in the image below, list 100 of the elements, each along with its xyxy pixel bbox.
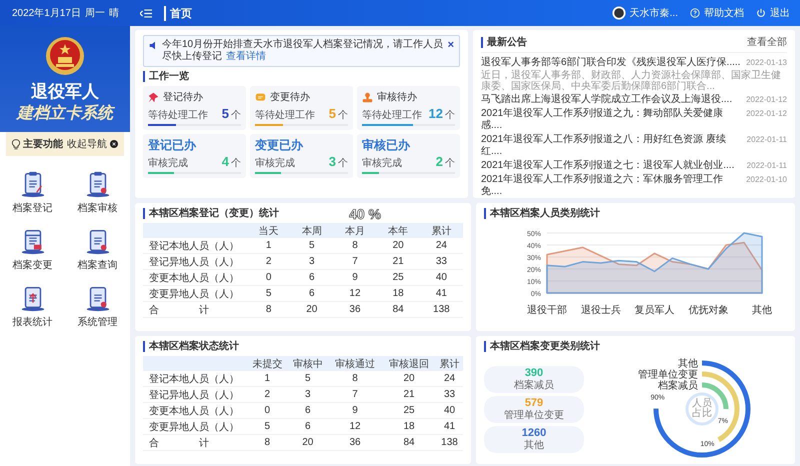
- row-label: 变更本地人员（人）: [143, 270, 247, 286]
- news-title[interactable]: 2021年退役军人工作系列报道之八：用好红色资源 赓续红....: [481, 134, 743, 158]
- notice-text: 今年10月份开始排查天水市退役军人档案登记情况，请工作人员尽快上传登记 查看详情: [162, 39, 444, 63]
- pin-icon: [148, 92, 159, 102]
- row-label: 登记本地人员（人）: [143, 371, 247, 386]
- ring-label: 管理单位变更: [638, 370, 698, 380]
- row-label: 登记异地人员（人）: [143, 386, 247, 402]
- table-cell: 138: [436, 434, 463, 450]
- close-icon[interactable]: [110, 140, 118, 148]
- card-subtitle: 等待处理工作: [148, 108, 209, 122]
- task-card[interactable]: 变更已办 审核完成 3 个: [250, 134, 353, 178]
- table-cell: 12: [333, 286, 377, 302]
- count-unit: 个: [445, 157, 455, 170]
- column-header: 审核通过: [328, 356, 382, 371]
- stat-value: 579: [524, 396, 544, 410]
- ring-label: 其他: [678, 358, 698, 370]
- lightbulb-icon: [12, 138, 20, 150]
- table-cell: 5: [247, 286, 290, 302]
- news-title[interactable]: 2021年退役军人工作系列报道之九：舞动部队关爱健康感....: [481, 108, 742, 132]
- table-cell: 8: [328, 371, 382, 386]
- avatar-icon[interactable]: [612, 6, 626, 20]
- menu-item[interactable]: 档案审核: [78, 201, 118, 215]
- stat-label: 档案减员: [514, 380, 554, 392]
- menu-icon[interactable]: [140, 8, 152, 18]
- card-title: 变更已办: [255, 138, 304, 152]
- section-title: 本辖区档案人员类别统计: [484, 208, 787, 219]
- news-date: 2022-01-12: [746, 95, 787, 104]
- section-title: 最新公告: [481, 36, 527, 48]
- table-cell: 3: [288, 386, 328, 402]
- weather-text: 晴: [108, 6, 119, 20]
- table-cell: 18: [382, 418, 436, 434]
- table-cell: 25: [376, 270, 420, 286]
- task-card[interactable]: 审核已办 审核完成 2 个: [357, 134, 460, 178]
- news-title[interactable]: 退役军人事务部等6部门联合印发《残疾退役军人医疗保.....: [481, 57, 742, 69]
- stat-value: 390: [524, 366, 544, 380]
- date-text: 2022年1月17日: [12, 7, 81, 20]
- count-value: 12: [428, 106, 443, 121]
- table-cell: 9: [328, 402, 382, 418]
- axis-label: 优抚对象: [688, 305, 728, 316]
- table-cell: 18: [376, 286, 420, 302]
- count-unit: 个: [231, 109, 241, 122]
- emblem-icon: [45, 36, 85, 76]
- task-card[interactable]: 登记待办 等待处理工作 5 个: [143, 86, 246, 130]
- axis-label: 退役士兵: [580, 305, 621, 316]
- details-link[interactable]: 查看详情: [226, 51, 266, 62]
- count-unit: 个: [231, 157, 241, 170]
- row-label: 变更异地人员（人）: [143, 418, 247, 434]
- menu-item[interactable]: 档案查询: [78, 258, 118, 272]
- close-button[interactable]: ×: [448, 39, 454, 51]
- stat-label: 其他: [524, 440, 544, 452]
- table-cell: 8: [247, 302, 290, 318]
- stat-label: 管理单位变更: [504, 410, 564, 422]
- table-cell: 138: [420, 302, 463, 318]
- axis-label: 复员军人: [634, 305, 674, 316]
- table-cell: 8: [333, 238, 377, 254]
- table-cell: 41: [420, 286, 463, 302]
- table-cell: 2: [247, 254, 290, 270]
- column-header: 累计: [420, 223, 463, 238]
- stat-value: 1260: [522, 426, 546, 440]
- table-cell: 21: [376, 254, 420, 270]
- news-title[interactable]: 马飞踏出席上海退役军人学院成立工作会议及上海退役....: [481, 94, 742, 106]
- collapse-link[interactable]: 收起导航: [67, 137, 107, 151]
- menu-item[interactable]: 档案变更: [12, 258, 52, 272]
- row-label: 变更异地人员（人）: [143, 286, 247, 302]
- news-title[interactable]: 2021年退役军人工作系列报道之七：退役军人就业创业....: [481, 160, 743, 172]
- table-cell: 36: [328, 434, 382, 450]
- table-cell: 5: [288, 371, 328, 386]
- count-value: 5: [222, 106, 229, 121]
- help-icon[interactable]: [690, 8, 700, 18]
- table-cell: 6: [288, 418, 328, 434]
- table-cell: 20: [376, 238, 420, 254]
- section-title: 本辖区档案变更类别统计: [484, 341, 787, 352]
- menu-item[interactable]: 报表统计: [12, 315, 52, 329]
- news-date: 2022-01-10: [746, 175, 787, 184]
- stamp-icon: [362, 92, 373, 102]
- user-name[interactable]: 天水市秦...: [630, 6, 678, 20]
- header-link[interactable]: 退出: [770, 6, 790, 20]
- table-cell: 25: [382, 402, 436, 418]
- card-subtitle: 审核完成: [255, 156, 296, 170]
- table-cell: 9: [333, 270, 377, 286]
- card-title: 审核待办: [377, 90, 417, 104]
- row-label: 计: [199, 304, 209, 316]
- task-card[interactable]: 登记已办 审核完成 4个: [143, 134, 246, 178]
- task-card[interactable]: 审核待办 等待处理工作 12 个: [357, 86, 460, 130]
- power-icon[interactable]: [756, 8, 766, 18]
- card-title: 变更待办: [270, 90, 310, 104]
- news-title[interactable]: 2021年退役军人工作系列报道之六：军休服务管理工作免....: [481, 174, 742, 198]
- header-link[interactable]: 帮助文档: [704, 6, 744, 20]
- ring-background: [686, 392, 718, 426]
- count-value: 2: [436, 154, 443, 169]
- menu-item[interactable]: 档案登记: [12, 201, 52, 215]
- view-all-link[interactable]: 查看全部: [747, 35, 787, 49]
- task-card[interactable]: 变更待办 等待处理工作 5 个: [250, 86, 353, 130]
- table-cell: 3: [290, 254, 334, 270]
- row-label: 计: [199, 436, 209, 450]
- menu-item[interactable]: 系统管理: [78, 315, 118, 329]
- card-subtitle: 等待处理工作: [255, 108, 316, 122]
- ring-label: 档案减员: [658, 380, 698, 392]
- count-unit: 个: [445, 109, 455, 122]
- column-header: 未提交: [247, 356, 288, 371]
